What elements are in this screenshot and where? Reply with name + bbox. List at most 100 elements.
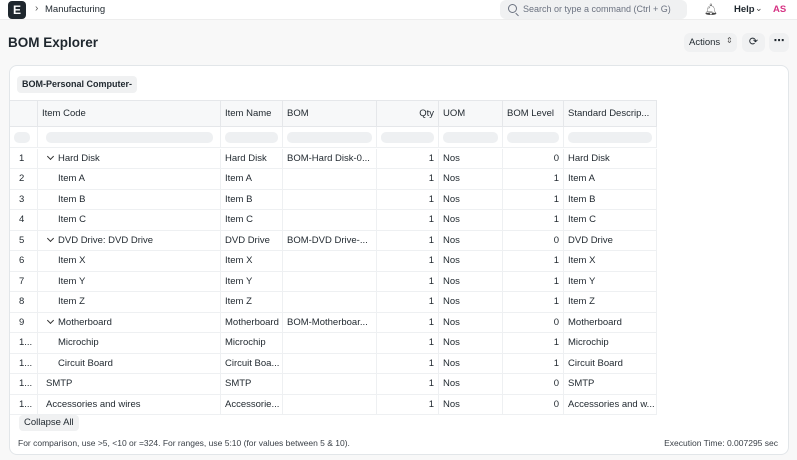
cell-uom[interactable]: Nos — [439, 251, 503, 271]
row-index[interactable]: 1... — [10, 374, 38, 394]
header-standard-description[interactable]: Standard Descrip... — [564, 101, 657, 126]
cell-uom[interactable]: Nos — [439, 374, 503, 394]
header-item-name[interactable]: Item Name — [221, 101, 283, 126]
cell-qty[interactable]: 1 — [377, 333, 439, 353]
cell-qty[interactable]: 1 — [377, 169, 439, 189]
cell-qty[interactable]: 1 — [377, 271, 439, 291]
chevron-down-icon[interactable] — [46, 234, 55, 242]
cell-bom[interactable] — [283, 353, 377, 373]
cell-bom-level[interactable]: 0 — [503, 394, 564, 414]
cell-item-code[interactable]: SMTP — [38, 374, 221, 394]
cell-item-name[interactable]: Item Z — [221, 292, 283, 312]
row-index[interactable]: 1... — [10, 353, 38, 373]
cell-bom-level[interactable]: 1 — [503, 333, 564, 353]
table-row[interactable]: 4 Item C Item C 1 Nos 1 Item C — [10, 210, 657, 231]
actions-button[interactable]: Actions ⇕ — [684, 33, 737, 52]
filter-bom[interactable] — [283, 127, 377, 147]
cell-item-name[interactable]: Motherboard — [221, 312, 283, 332]
cell-bom-level[interactable]: 0 — [503, 230, 564, 250]
cell-item-code[interactable]: Circuit Board — [38, 353, 221, 373]
cell-uom[interactable]: Nos — [439, 394, 503, 414]
cell-item-code[interactable]: Item A — [38, 169, 221, 189]
cell-qty[interactable]: 1 — [377, 210, 439, 230]
cell-uom[interactable]: Nos — [439, 353, 503, 373]
cell-item-code[interactable]: Item Z — [38, 292, 221, 312]
cell-item-code[interactable]: Hard Disk — [38, 148, 221, 168]
breadcrumb-manufacturing[interactable]: Manufacturing — [45, 4, 105, 15]
cell-qty[interactable]: 1 — [377, 353, 439, 373]
cell-standard-description[interactable]: Item Y — [564, 271, 657, 291]
cell-item-code[interactable]: Item B — [38, 189, 221, 209]
filter-item-name[interactable] — [221, 127, 283, 147]
filter-qty[interactable] — [377, 127, 439, 147]
cell-standard-description[interactable]: Item C — [564, 210, 657, 230]
cell-item-name[interactable]: Item A — [221, 169, 283, 189]
table-row[interactable]: 8 Item Z Item Z 1 Nos 1 Item Z — [10, 292, 657, 313]
cell-uom[interactable]: Nos — [439, 169, 503, 189]
cell-item-code[interactable]: DVD Drive: DVD Drive — [38, 230, 221, 250]
chevron-down-icon[interactable] — [46, 316, 55, 324]
cell-uom[interactable]: Nos — [439, 271, 503, 291]
table-row[interactable]: 1 Hard Disk Hard Disk BOM-Hard Disk-0... 1 No… — [10, 148, 657, 169]
cell-uom[interactable]: Nos — [439, 333, 503, 353]
cell-bom-level[interactable]: 0 — [503, 148, 564, 168]
cell-item-code[interactable]: Item X — [38, 251, 221, 271]
cell-uom[interactable]: Nos — [439, 210, 503, 230]
cell-bom-level[interactable]: 1 — [503, 292, 564, 312]
cell-item-code[interactable]: Motherboard — [38, 312, 221, 332]
cell-uom[interactable]: Nos — [439, 312, 503, 332]
cell-item-code[interactable]: Accessories and wires — [38, 394, 221, 414]
header-qty[interactable]: Qty — [377, 101, 439, 126]
more-menu-button[interactable]: ⋯ — [769, 33, 789, 52]
cell-bom-level[interactable]: 1 — [503, 353, 564, 373]
cell-item-name[interactable]: Microchip — [221, 333, 283, 353]
cell-standard-description[interactable]: Item A — [564, 169, 657, 189]
cell-item-name[interactable]: Item X — [221, 251, 283, 271]
cell-standard-description[interactable]: Item B — [564, 189, 657, 209]
cell-item-name[interactable]: Circuit Boa... — [221, 353, 283, 373]
cell-standard-description[interactable]: Motherboard — [564, 312, 657, 332]
cell-bom[interactable] — [283, 394, 377, 414]
cell-standard-description[interactable]: SMTP — [564, 374, 657, 394]
table-row[interactable]: 5 DVD Drive: DVD Drive DVD Drive BOM-DVD Dr… — [10, 230, 657, 251]
chevron-down-icon[interactable]: ⌄ — [755, 3, 763, 14]
cell-bom-level[interactable]: 1 — [503, 210, 564, 230]
header-bom[interactable]: BOM — [283, 101, 377, 126]
cell-item-code[interactable]: Item C — [38, 210, 221, 230]
cell-item-name[interactable]: SMTP — [221, 374, 283, 394]
filter-uom[interactable] — [439, 127, 503, 147]
cell-item-name[interactable]: Item B — [221, 189, 283, 209]
chevron-down-icon[interactable] — [46, 152, 55, 160]
table-row[interactable]: 1... Accessories and wires Accessorie... 1 N… — [10, 394, 657, 415]
cell-standard-description[interactable]: Hard Disk — [564, 148, 657, 168]
cell-qty[interactable]: 1 — [377, 189, 439, 209]
cell-item-name[interactable]: Accessorie... — [221, 394, 283, 414]
cell-item-code[interactable]: Item Y — [38, 271, 221, 291]
notification-bell-icon[interactable]: 🔔︎ — [704, 3, 718, 16]
row-index[interactable]: 7 — [10, 271, 38, 291]
cell-item-name[interactable]: Item Y — [221, 271, 283, 291]
header-item-code[interactable]: Item Code — [38, 101, 221, 126]
cell-bom-level[interactable]: 1 — [503, 271, 564, 291]
table-row[interactable]: 7 Item Y Item Y 1 Nos 1 Item Y — [10, 271, 657, 292]
row-index[interactable]: 9 — [10, 312, 38, 332]
cell-item-code[interactable]: Microchip — [38, 333, 221, 353]
table-row[interactable]: 1... Microchip Microchip 1 Nos 1 Microchip — [10, 333, 657, 354]
collapse-all-button[interactable]: Collapse All — [19, 415, 79, 431]
cell-bom[interactable] — [283, 333, 377, 353]
cell-qty[interactable]: 1 — [377, 148, 439, 168]
table-row[interactable]: 6 Item X Item X 1 Nos 1 Item X — [10, 251, 657, 272]
header-bom-level[interactable]: BOM Level — [503, 101, 564, 126]
cell-standard-description[interactable]: Accessories and w... — [564, 394, 657, 414]
cell-bom-level[interactable]: 1 — [503, 169, 564, 189]
cell-item-name[interactable]: Item C — [221, 210, 283, 230]
filter-item-code[interactable] — [38, 127, 221, 147]
cell-qty[interactable]: 1 — [377, 312, 439, 332]
refresh-button[interactable]: ⟳ — [742, 33, 765, 52]
cell-qty[interactable]: 1 — [377, 292, 439, 312]
row-index[interactable]: 6 — [10, 251, 38, 271]
cell-bom-level[interactable]: 1 — [503, 251, 564, 271]
cell-uom[interactable]: Nos — [439, 230, 503, 250]
cell-bom[interactable] — [283, 189, 377, 209]
cell-qty[interactable]: 1 — [377, 394, 439, 414]
